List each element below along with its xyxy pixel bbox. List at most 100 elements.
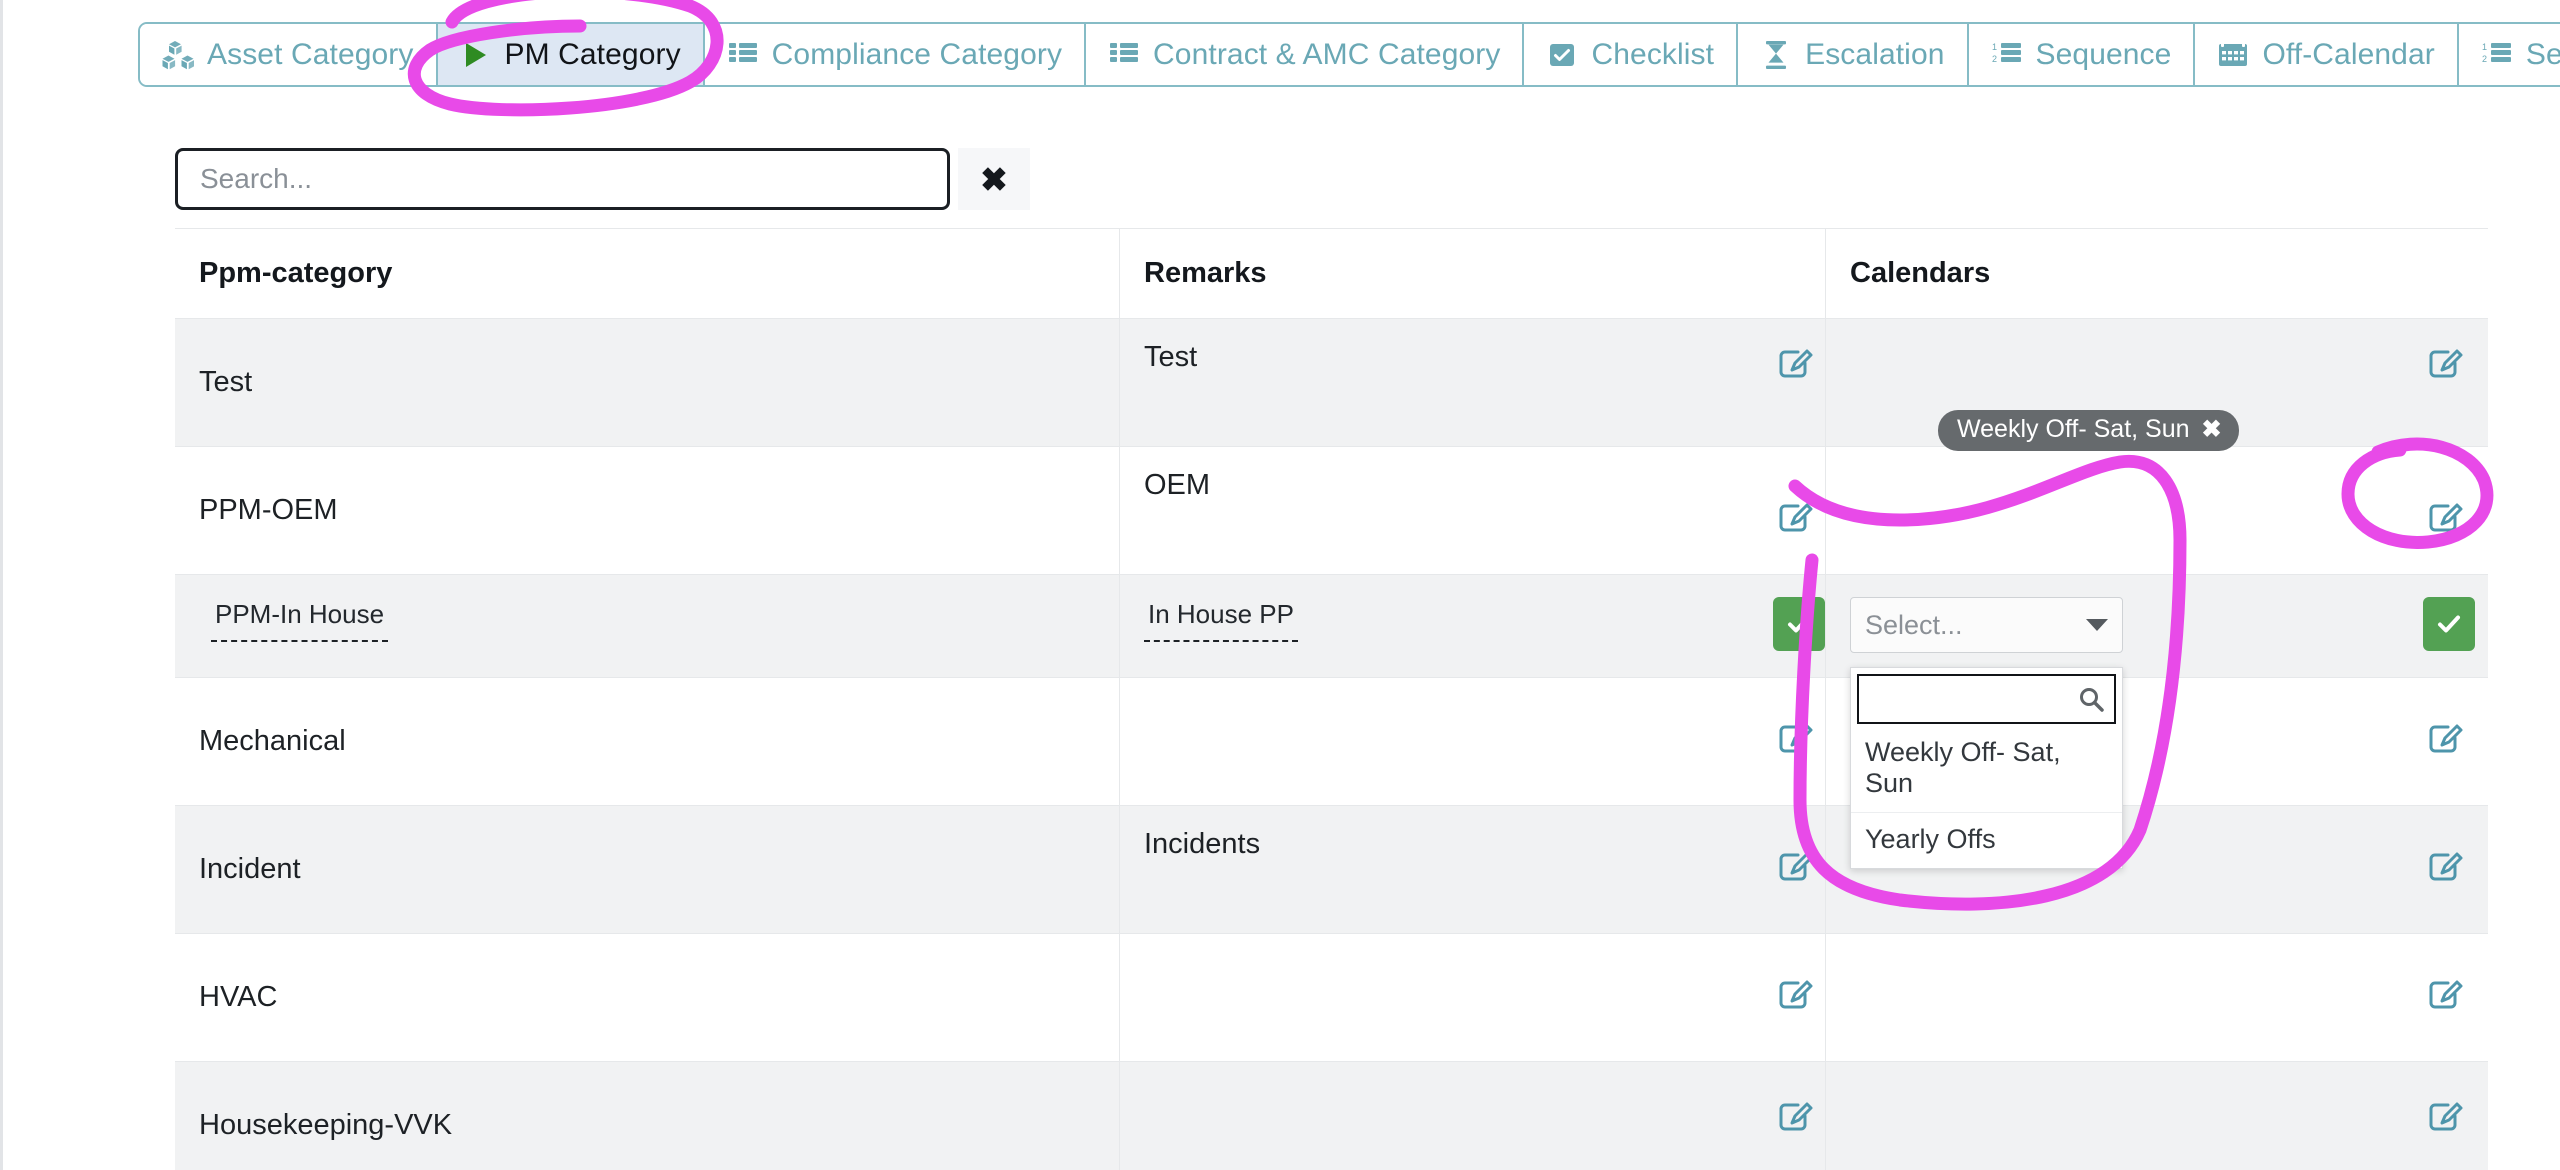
list-icon bbox=[727, 39, 759, 71]
table-row: Incident Incidents bbox=[175, 806, 2488, 934]
edit-calendars-button[interactable] bbox=[2423, 1094, 2469, 1140]
cell-remarks: Incidents bbox=[1144, 828, 1261, 860]
pencil-square-icon bbox=[2429, 1102, 2463, 1131]
edit-remarks-button[interactable] bbox=[1773, 1094, 1819, 1140]
list-icon bbox=[1108, 39, 1140, 71]
calendars-editor-cell: Weekly Off- Sat, Sun ✖ bbox=[1826, 410, 2423, 574]
calendar-select-placeholder: Select... bbox=[1865, 609, 1963, 640]
cell-remarks: Test bbox=[1144, 341, 1198, 373]
save-remarks-button[interactable] bbox=[1773, 597, 1825, 651]
chevron-down-icon bbox=[2086, 619, 2108, 631]
svg-text:1: 1 bbox=[1992, 42, 1997, 52]
table-row: Mechanical bbox=[175, 678, 2488, 806]
ordered-list-icon: 1 2 bbox=[2481, 39, 2513, 71]
cell-remarks: OEM bbox=[1144, 469, 1211, 501]
calendar-select-search-wrap bbox=[1857, 674, 2116, 724]
cell-ppm-category: Incident bbox=[199, 853, 301, 885]
pm-category-table: Ppm-category Remarks Calendars Test Test bbox=[175, 228, 2488, 1170]
check-icon bbox=[1788, 615, 1810, 633]
page-root: Asset Category PM Category Compliance Ca… bbox=[0, 0, 2560, 1170]
cell-ppm-category: Mechanical bbox=[199, 725, 346, 757]
column-header-remarks: Remarks bbox=[1144, 257, 1267, 289]
svg-text:1: 1 bbox=[2482, 42, 2487, 52]
edit-remarks-button[interactable] bbox=[1773, 972, 1819, 1018]
calendar-option-weekly-off[interactable]: Weekly Off- Sat, Sun bbox=[1851, 726, 2122, 813]
edit-calendars-button[interactable] bbox=[2423, 972, 2469, 1018]
pencil-square-icon bbox=[1779, 724, 1813, 753]
tab-label: PM Category bbox=[504, 37, 681, 71]
edit-calendars-button[interactable] bbox=[2423, 716, 2469, 762]
cell-ppm-category: PPM-OEM bbox=[199, 494, 338, 526]
remarks-edit-field[interactable]: In House PP bbox=[1144, 597, 1298, 642]
tab-settings[interactable]: 1 2 Settings bbox=[2458, 24, 2560, 85]
pencil-square-icon bbox=[2429, 503, 2463, 532]
tab-compliance-category[interactable]: Compliance Category bbox=[704, 24, 1087, 85]
tab-escalation[interactable]: Escalation bbox=[1738, 24, 1969, 85]
pencil-square-icon bbox=[2429, 980, 2463, 1009]
edit-remarks-button[interactable] bbox=[1773, 844, 1819, 890]
edit-remarks-button[interactable] bbox=[1773, 716, 1819, 762]
tab-label: Sequence bbox=[2035, 37, 2172, 71]
tab-label: Settings bbox=[2525, 37, 2560, 71]
tab-label: Escalation bbox=[1805, 37, 1945, 71]
category-tab-bar: Asset Category PM Category Compliance Ca… bbox=[138, 22, 2560, 87]
calendar-icon bbox=[2217, 39, 2249, 71]
pencil-square-icon bbox=[2429, 349, 2463, 378]
pencil-square-icon bbox=[1779, 503, 1813, 532]
tab-sequence[interactable]: 1 2 Sequence bbox=[1968, 24, 2196, 85]
check-square-icon bbox=[1546, 39, 1578, 71]
hourglass-icon bbox=[1760, 39, 1792, 71]
column-header-ppm-category: Ppm-category bbox=[199, 257, 393, 289]
search-input[interactable] bbox=[175, 148, 950, 210]
edit-remarks-button[interactable] bbox=[1773, 495, 1819, 541]
tab-label: Off-Calendar bbox=[2262, 37, 2435, 71]
calendar-select-menu: Weekly Off- Sat, Sun Yearly Offs bbox=[1850, 667, 2123, 869]
search-icon bbox=[2077, 685, 2105, 713]
clear-search-button[interactable]: ✖ bbox=[958, 148, 1030, 210]
tab-label: Compliance Category bbox=[771, 37, 1063, 71]
tab-label: Asset Category bbox=[207, 37, 414, 71]
calendar-select-search-input[interactable] bbox=[1859, 676, 2114, 722]
remove-calendar-tag-icon[interactable]: ✖ bbox=[2202, 415, 2222, 444]
tab-label: Contract & AMC Category bbox=[1153, 37, 1501, 71]
ordered-list-icon: 1 2 bbox=[1991, 39, 2023, 71]
save-calendars-button[interactable] bbox=[2423, 597, 2475, 651]
tab-checklist[interactable]: Checklist bbox=[1524, 24, 1739, 85]
calendar-option-yearly-offs[interactable]: Yearly Offs bbox=[1851, 813, 2122, 868]
cell-ppm-category: Test bbox=[199, 366, 253, 398]
table-row-editing: PPM-In House In House PP Select... Weekl… bbox=[175, 575, 2488, 869]
play-triangle-icon bbox=[460, 39, 492, 71]
tab-pm-category[interactable]: PM Category bbox=[437, 24, 705, 85]
svg-text:2: 2 bbox=[2482, 54, 2487, 64]
tab-off-calendar[interactable]: Off-Calendar bbox=[2195, 24, 2459, 85]
pencil-square-icon bbox=[2429, 724, 2463, 753]
tab-asset-category[interactable]: Asset Category bbox=[140, 24, 438, 85]
calendar-select[interactable]: Select... bbox=[1850, 597, 2123, 653]
edit-calendars-button[interactable] bbox=[2423, 341, 2469, 387]
pencil-square-icon bbox=[1779, 349, 1813, 378]
selected-calendar-tag-label: Weekly Off- Sat, Sun bbox=[1957, 415, 2190, 443]
edit-remarks-button[interactable] bbox=[1773, 341, 1819, 387]
ppm-category-edit-field[interactable]: PPM-In House bbox=[211, 597, 389, 642]
cell-ppm-category: HVAC bbox=[199, 981, 278, 1013]
edit-calendars-button[interactable] bbox=[2423, 844, 2469, 890]
table-row: PPM-OEM OEM Weekly Off- Sat, Sun ✖ bbox=[175, 410, 2488, 575]
search-row: ✖ bbox=[175, 148, 1030, 210]
cell-ppm-category: Housekeeping-VVK bbox=[199, 1109, 453, 1141]
check-icon bbox=[2438, 615, 2460, 633]
cubes-icon bbox=[162, 39, 194, 71]
pencil-square-icon bbox=[2429, 852, 2463, 881]
column-header-calendars: Calendars bbox=[1850, 257, 1991, 289]
tab-label: Checklist bbox=[1591, 37, 1715, 71]
edit-calendars-button[interactable] bbox=[2423, 495, 2469, 541]
pencil-square-icon bbox=[1779, 980, 1813, 1009]
svg-text:2: 2 bbox=[1992, 54, 1997, 64]
table-row: HVAC bbox=[175, 934, 2488, 1062]
pencil-square-icon bbox=[1779, 1102, 1813, 1131]
table-row: Housekeeping-VVK bbox=[175, 1062, 2488, 1170]
pencil-square-icon bbox=[1779, 852, 1813, 881]
tab-contract-amc-category[interactable]: Contract & AMC Category bbox=[1086, 24, 1525, 85]
table-header-row: Ppm-category Remarks Calendars bbox=[175, 229, 2488, 319]
selected-calendar-tag: Weekly Off- Sat, Sun ✖ bbox=[1938, 410, 2239, 451]
left-gutter-rule bbox=[0, 0, 3, 1170]
